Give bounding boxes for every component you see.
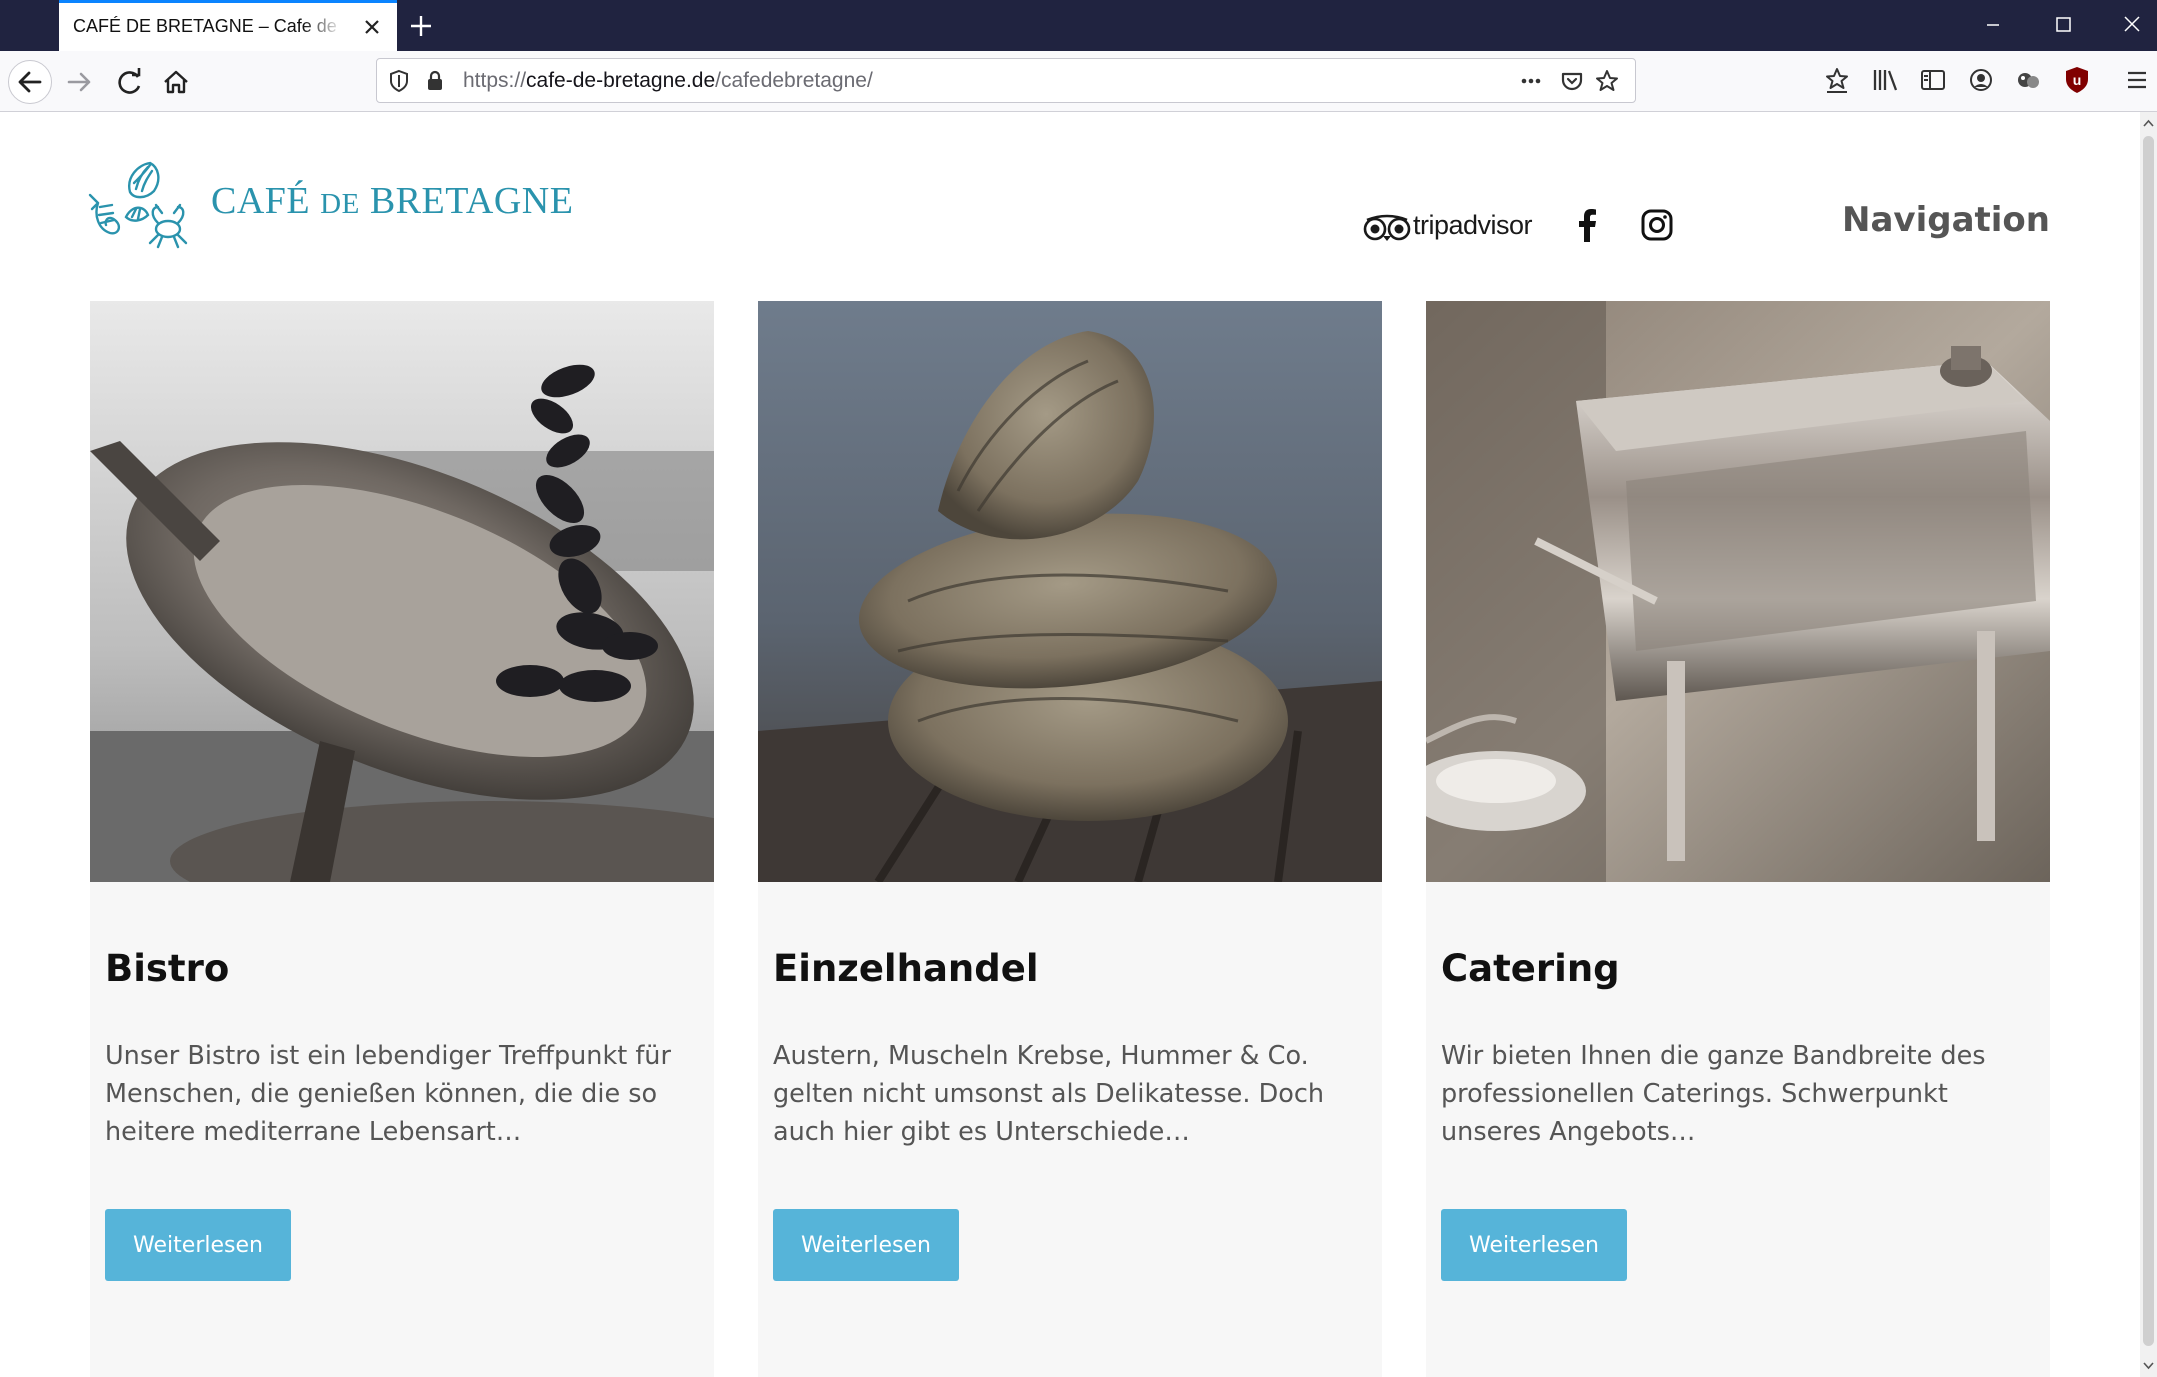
svg-text:u: u bbox=[2073, 72, 2082, 88]
home-icon bbox=[164, 70, 188, 94]
home-button[interactable] bbox=[154, 60, 198, 104]
card-title: Bistro bbox=[105, 947, 230, 990]
bookmark-star-icon[interactable] bbox=[1593, 67, 1621, 95]
new-tab-icon[interactable] bbox=[406, 11, 436, 41]
logo-word-de: DE bbox=[320, 188, 360, 220]
instagram-icon[interactable] bbox=[1640, 208, 1674, 242]
catering-image[interactable] bbox=[1426, 301, 2050, 882]
scroll-down-icon[interactable] bbox=[2143, 1360, 2154, 1371]
card-title: Catering bbox=[1441, 947, 1620, 990]
card-text: Austern, Muscheln Krebse, Hummer & Co. g… bbox=[773, 1041, 1325, 1147]
card-title: Einzelhandel bbox=[773, 947, 1039, 990]
menu-icon[interactable] bbox=[2121, 64, 2153, 96]
site-logo[interactable]: CAFÉ DE BRETAGNE bbox=[88, 157, 573, 252]
scrollbar-thumb[interactable] bbox=[2143, 136, 2154, 1346]
einzelhandel-image[interactable] bbox=[758, 301, 1382, 882]
tripadvisor-wordmark: tripadvisor bbox=[1413, 210, 1533, 240]
maximize-icon[interactable] bbox=[2048, 12, 2078, 38]
url-path: /cafedebretagne/ bbox=[715, 69, 873, 92]
tripadvisor-owl-icon bbox=[1363, 214, 1411, 241]
seafood-logo-icon bbox=[88, 161, 188, 249]
tab-title: CAFÉ DE BRETAGNE – Cafe de Bretagne bbox=[73, 16, 343, 36]
bistro-image[interactable] bbox=[90, 301, 714, 882]
url-text: https://cafe-de-bretagne.de/cafedebretag… bbox=[463, 69, 1363, 93]
minimize-icon[interactable] bbox=[1978, 12, 2008, 38]
logo-word-cafe: CAFÉ bbox=[211, 180, 321, 222]
browser-tab[interactable]: CAFÉ DE BRETAGNE – Cafe de Bretagne bbox=[59, 0, 397, 51]
close-window-icon[interactable] bbox=[2117, 12, 2147, 38]
sidebar-icon[interactable] bbox=[1917, 64, 1949, 96]
card-einzelhandel: Einzelhandel Austern, Muscheln Krebse, H… bbox=[758, 301, 1382, 1377]
forward-button[interactable] bbox=[58, 60, 102, 104]
more-actions-icon[interactable] bbox=[1517, 67, 1545, 95]
web-page: CAFÉ DE BRETAGNE tripadvisor Navigation bbox=[0, 112, 2140, 1377]
url-host: cafe-de-bretagne.de bbox=[526, 69, 716, 92]
card-text: Unser Bistro ist ein lebendiger Treffpun… bbox=[105, 1041, 671, 1147]
browser-tab-bar: CAFÉ DE BRETAGNE – Cafe de Bretagne bbox=[0, 0, 2157, 51]
scroll-up-icon[interactable] bbox=[2143, 118, 2154, 129]
read-more-button[interactable]: Weiterlesen bbox=[773, 1209, 959, 1281]
library-icon[interactable] bbox=[1869, 64, 1901, 96]
forward-arrow-icon bbox=[67, 72, 91, 92]
facebook-icon[interactable] bbox=[1570, 206, 1604, 244]
read-more-button[interactable]: Weiterlesen bbox=[105, 1209, 291, 1281]
address-bar[interactable]: https://cafe-de-bretagne.de/cafedebretag… bbox=[376, 58, 1636, 103]
reload-button[interactable] bbox=[108, 60, 152, 104]
reading-list-icon[interactable] bbox=[1821, 64, 1853, 96]
tracking-shield-icon[interactable] bbox=[385, 67, 413, 95]
extension-icon[interactable] bbox=[2013, 64, 2045, 96]
logo-wordmark: CAFÉ DE BRETAGNE bbox=[211, 179, 573, 223]
account-icon[interactable] bbox=[1965, 64, 1997, 96]
back-arrow-icon bbox=[18, 71, 42, 93]
back-button[interactable] bbox=[8, 60, 52, 104]
url-prefix: https:// bbox=[463, 69, 527, 92]
page-scrollbar[interactable] bbox=[2140, 112, 2157, 1377]
navigation-menu-link[interactable]: Navigation bbox=[1800, 200, 2050, 240]
tripadvisor-link[interactable]: tripadvisor bbox=[1363, 206, 1533, 246]
tab-close-icon[interactable] bbox=[361, 16, 383, 38]
card-bistro: Bistro Unser Bistro ist ein lebendiger T… bbox=[90, 301, 714, 1377]
padlock-icon[interactable] bbox=[421, 67, 449, 95]
pocket-icon[interactable] bbox=[1558, 67, 1586, 95]
ublock-icon[interactable]: u bbox=[2061, 64, 2093, 96]
logo-word-bretagne: BRETAGNE bbox=[359, 180, 574, 222]
reload-icon bbox=[118, 68, 141, 94]
read-more-button[interactable]: Weiterlesen bbox=[1441, 1209, 1627, 1281]
card-catering: Catering Wir bieten Ihnen die ganze Band… bbox=[1426, 301, 2050, 1377]
card-text: Wir bieten Ihnen die ganze Bandbreite de… bbox=[1441, 1041, 1986, 1147]
